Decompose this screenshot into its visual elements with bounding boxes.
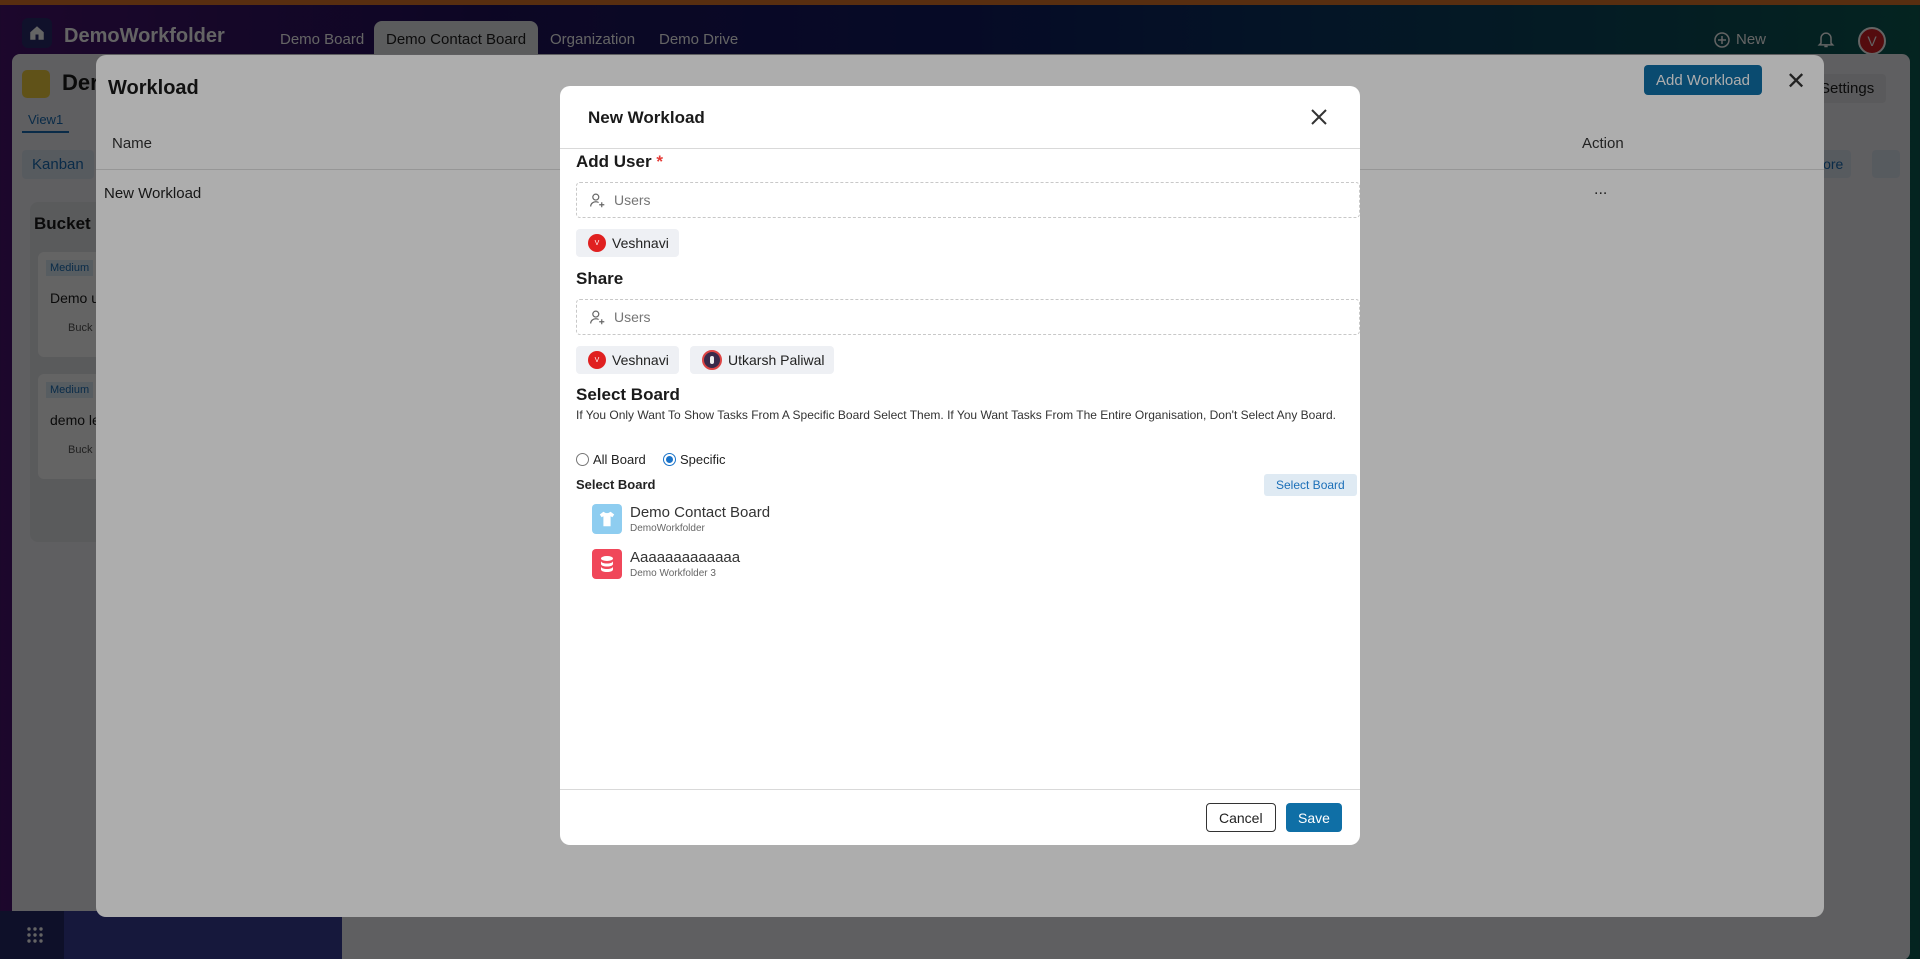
- select-board-list-label: Select Board: [576, 477, 656, 492]
- select-board-heading: Select Board: [576, 385, 680, 404]
- board-item-icon: [592, 504, 622, 534]
- select-board-button[interactable]: Select Board: [1264, 474, 1357, 496]
- radio-label: All Board: [593, 452, 646, 467]
- board-item-aaaaaaaaaaaaa[interactable]: Aaaaaaaaaaaaa Demo Workfolder 3: [592, 549, 740, 579]
- close-icon: [1311, 109, 1327, 125]
- radio-circle-selected: [663, 453, 676, 466]
- user-chip-veshnavi[interactable]: V Veshnavi: [576, 229, 679, 257]
- add-user-icon: [590, 310, 605, 324]
- add-user-input[interactable]: [614, 192, 1314, 208]
- avatar: [702, 350, 722, 370]
- share-input[interactable]: [614, 309, 1314, 325]
- share-chip-utkarsh[interactable]: Utkarsh Paliwal: [690, 346, 835, 374]
- chip-label: Utkarsh Paliwal: [728, 352, 825, 368]
- radio-specific[interactable]: Specific: [663, 452, 726, 467]
- add-user-label-text: Add User: [576, 152, 652, 171]
- avatar-figure: [710, 356, 714, 364]
- modal-header: New Workload: [560, 86, 1360, 149]
- board-org: DemoWorkfolder: [630, 523, 705, 534]
- radio-circle: [576, 453, 589, 466]
- avatar: V: [588, 234, 606, 252]
- board-name: Aaaaaaaaaaaaa: [630, 549, 741, 566]
- select-board-description: If You Only Want To Show Tasks From A Sp…: [576, 408, 1337, 422]
- radio-label: Specific: [680, 452, 726, 467]
- chip-label: Veshnavi: [612, 235, 669, 251]
- board-name: Demo Contact Board: [630, 504, 771, 521]
- share-label: Share: [576, 269, 624, 288]
- share-chip-veshnavi[interactable]: V Veshnavi: [576, 346, 679, 374]
- modal-close-button[interactable]: [1306, 104, 1332, 130]
- save-button[interactable]: Save: [1286, 803, 1342, 832]
- board-item-demo-contact-board[interactable]: Demo Contact Board DemoWorkfolder: [592, 504, 770, 534]
- database-icon: [601, 556, 613, 572]
- board-org: Demo Workfolder 3: [630, 568, 716, 579]
- avatar: V: [588, 351, 606, 369]
- footer-divider: [560, 789, 1360, 790]
- required-mark: *: [656, 152, 663, 171]
- shirt-icon: [599, 511, 615, 527]
- cancel-button[interactable]: Cancel: [1206, 803, 1276, 832]
- add-user-icon: [590, 193, 605, 207]
- board-item-icon: [592, 549, 622, 579]
- chip-label: Veshnavi: [612, 352, 669, 368]
- radio-dot: [666, 456, 673, 463]
- modal-title: New Workload: [588, 108, 705, 127]
- add-user-input-wrapper[interactable]: [576, 182, 1360, 218]
- radio-all-board[interactable]: All Board: [576, 452, 646, 467]
- new-workload-modal: New Workload Add User * V Veshnavi Share…: [560, 86, 1360, 845]
- add-user-label: Add User *: [576, 152, 663, 172]
- share-input-wrapper[interactable]: [576, 299, 1360, 335]
